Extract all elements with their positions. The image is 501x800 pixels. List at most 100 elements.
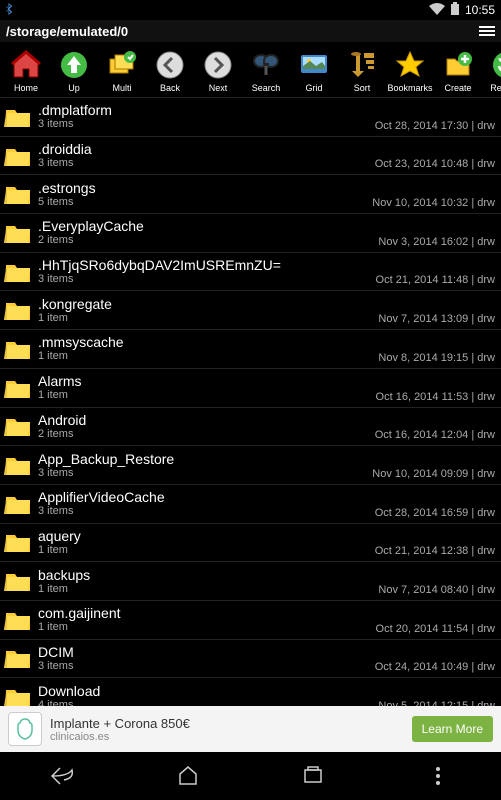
back-nav-button[interactable] bbox=[33, 756, 93, 796]
file-meta: Nov 10, 2014 09:09 | drw bbox=[372, 468, 495, 480]
file-row[interactable]: .dmplatform 3 items Oct 28, 2014 17:30 |… bbox=[0, 98, 501, 137]
folder-icon bbox=[4, 492, 32, 516]
file-items: 1 item bbox=[38, 621, 368, 634]
file-meta: Oct 16, 2014 11:53 | drw bbox=[376, 391, 495, 403]
file-items: 1 item bbox=[38, 544, 367, 557]
folder-icon bbox=[4, 608, 32, 632]
recent-nav-button[interactable] bbox=[283, 756, 343, 796]
folder-icon bbox=[4, 646, 32, 670]
file-name: DCIM bbox=[38, 644, 367, 660]
ad-cta-button[interactable]: Learn More bbox=[412, 716, 493, 742]
file-items: 4 items bbox=[38, 699, 370, 706]
file-meta: Oct 16, 2014 12:04 | drw bbox=[375, 429, 495, 441]
bluetooth-icon bbox=[6, 3, 14, 18]
folder-icon bbox=[4, 144, 32, 168]
grid-button[interactable]: Grid bbox=[290, 49, 338, 93]
file-row[interactable]: .HhTjqSRo6dybqDAV2ImUSREmnZU= 3 items Oc… bbox=[0, 253, 501, 292]
search-button[interactable]: Search bbox=[242, 49, 290, 93]
sort-button[interactable]: Sort bbox=[338, 49, 386, 93]
ad-banner[interactable]: Implante + Corona 850€ clinicaios.es Lea… bbox=[0, 706, 501, 752]
file-name: .kongregate bbox=[38, 296, 370, 312]
file-meta: Oct 28, 2014 17:30 | drw bbox=[375, 120, 495, 132]
file-name: .mmsyscache bbox=[38, 334, 370, 350]
file-row[interactable]: backups 1 item Nov 7, 2014 08:40 | drw bbox=[0, 562, 501, 601]
file-list[interactable]: .dmplatform 3 items Oct 28, 2014 17:30 |… bbox=[0, 98, 501, 706]
ad-title: Implante + Corona 850€ bbox=[50, 716, 412, 731]
file-row[interactable]: .mmsyscache 1 item Nov 8, 2014 19:15 | d… bbox=[0, 330, 501, 369]
file-row[interactable]: .kongregate 1 item Nov 7, 2014 13:09 | d… bbox=[0, 291, 501, 330]
file-meta: Nov 10, 2014 10:32 | drw bbox=[372, 197, 495, 209]
file-meta: Nov 8, 2014 19:15 | drw bbox=[378, 352, 495, 364]
folder-icon bbox=[4, 260, 32, 284]
file-items: 3 items bbox=[38, 467, 364, 480]
file-meta: Oct 23, 2014 10:48 | drw bbox=[375, 158, 495, 170]
back-button[interactable]: Back bbox=[146, 49, 194, 93]
multi-button[interactable]: Multi bbox=[98, 49, 146, 93]
file-row[interactable]: .EveryplayCache 2 items Nov 3, 2014 16:0… bbox=[0, 214, 501, 253]
refresh-button[interactable]: Refresh bbox=[482, 49, 501, 93]
file-meta: Nov 7, 2014 08:40 | drw bbox=[378, 584, 495, 596]
tool-label: Multi bbox=[112, 83, 131, 93]
file-items: 1 item bbox=[38, 312, 370, 325]
file-row[interactable]: .estrongs 5 items Nov 10, 2014 10:32 | d… bbox=[0, 175, 501, 214]
file-row[interactable]: aquery 1 item Oct 21, 2014 12:38 | drw bbox=[0, 524, 501, 563]
next-button[interactable]: Next bbox=[194, 49, 242, 93]
file-row[interactable]: com.gaijinent 1 item Oct 20, 2014 11:54 … bbox=[0, 601, 501, 640]
file-row[interactable]: App_Backup_Restore 3 items Nov 10, 2014 … bbox=[0, 446, 501, 485]
file-items: 3 items bbox=[38, 660, 367, 673]
tool-label: Next bbox=[209, 83, 228, 93]
file-name: backups bbox=[38, 567, 370, 583]
file-row[interactable]: DCIM 3 items Oct 24, 2014 10:49 | drw bbox=[0, 640, 501, 679]
tool-label: Up bbox=[68, 83, 80, 93]
home-icon bbox=[10, 49, 42, 81]
path-bar[interactable]: /storage/emulated/0 bbox=[0, 20, 501, 42]
folder-icon bbox=[4, 298, 32, 322]
list-menu-icon[interactable] bbox=[479, 26, 495, 36]
file-items: 5 items bbox=[38, 196, 364, 209]
file-row[interactable]: ApplifierVideoCache 3 items Oct 28, 2014… bbox=[0, 485, 501, 524]
file-row[interactable]: Android 2 items Oct 16, 2014 12:04 | drw bbox=[0, 408, 501, 447]
file-meta: Oct 21, 2014 11:48 | drw bbox=[376, 274, 495, 286]
bookmarks-icon bbox=[394, 49, 426, 81]
file-name: aquery bbox=[38, 528, 367, 544]
file-items: 1 item bbox=[38, 350, 370, 363]
file-row[interactable]: Download 4 items Nov 5, 2014 12:15 | drw bbox=[0, 678, 501, 706]
menu-nav-button[interactable] bbox=[408, 756, 468, 796]
file-items: 3 items bbox=[38, 157, 367, 170]
file-meta: Nov 5, 2014 12:15 | drw bbox=[378, 700, 495, 706]
refresh-icon bbox=[490, 49, 501, 81]
folder-icon bbox=[4, 337, 32, 361]
folder-icon bbox=[4, 105, 32, 129]
file-items: 2 items bbox=[38, 234, 370, 247]
grid-icon bbox=[298, 49, 330, 81]
file-name: .droiddia bbox=[38, 141, 367, 157]
search-icon bbox=[250, 49, 282, 81]
status-time: 10:55 bbox=[465, 3, 495, 17]
tool-label: Search bbox=[252, 83, 281, 93]
create-button[interactable]: Create bbox=[434, 49, 482, 93]
create-icon bbox=[442, 49, 474, 81]
bookmarks-button[interactable]: Bookmarks bbox=[386, 49, 434, 93]
tool-label: Home bbox=[14, 83, 38, 93]
tool-label: Refresh bbox=[490, 83, 501, 93]
home-nav-button[interactable] bbox=[158, 756, 218, 796]
up-icon bbox=[58, 49, 90, 81]
folder-icon bbox=[4, 414, 32, 438]
file-items: 2 items bbox=[38, 428, 367, 441]
current-path: /storage/emulated/0 bbox=[6, 24, 128, 39]
file-items: 1 item bbox=[38, 389, 368, 402]
file-meta: Nov 7, 2014 13:09 | drw bbox=[378, 313, 495, 325]
folder-icon bbox=[4, 182, 32, 206]
file-meta: Oct 24, 2014 10:49 | drw bbox=[375, 661, 495, 673]
file-row[interactable]: Alarms 1 item Oct 16, 2014 11:53 | drw bbox=[0, 369, 501, 408]
home-button[interactable]: Home bbox=[2, 49, 50, 93]
ad-icon bbox=[8, 712, 42, 746]
file-row[interactable]: .droiddia 3 items Oct 23, 2014 10:48 | d… bbox=[0, 137, 501, 176]
file-meta: Nov 3, 2014 16:02 | drw bbox=[378, 236, 495, 248]
tool-label: Back bbox=[160, 83, 180, 93]
up-button[interactable]: Up bbox=[50, 49, 98, 93]
tool-label: Create bbox=[444, 83, 471, 93]
folder-icon bbox=[4, 569, 32, 593]
toolbar: Home Up Multi Back Next Search GridSortBookmar… bbox=[0, 42, 501, 98]
file-meta: Oct 28, 2014 16:59 | drw bbox=[375, 507, 495, 519]
